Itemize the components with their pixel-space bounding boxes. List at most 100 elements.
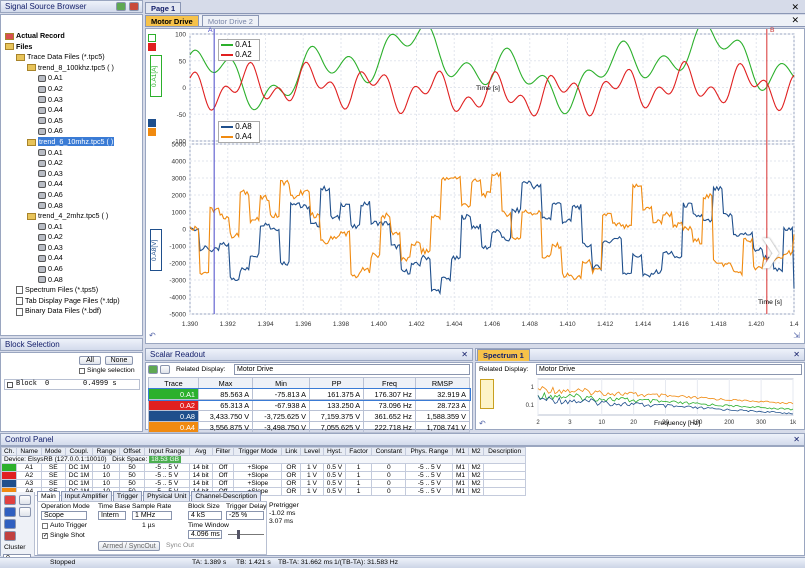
subtab-physical-unit[interactable]: Physical Unit	[143, 491, 191, 501]
sample-rate-select[interactable]: 1 MHz	[132, 511, 172, 520]
close-control-icon[interactable]: ✕	[793, 434, 800, 445]
top-trace-toggle-2[interactable]	[148, 43, 156, 51]
channel-factor-cell[interactable]: 1	[345, 471, 373, 480]
op-mode-select[interactable]: Scope	[41, 511, 87, 520]
channel-prange-cell[interactable]: -5 .. 5 V	[405, 463, 454, 472]
tree-item[interactable]: trend_6_10mhz.tpc5 ( )	[1, 136, 142, 148]
channel-hyst-cell[interactable]: 0.5 V	[322, 463, 347, 472]
channel-link-cell[interactable]: OR	[281, 471, 302, 480]
spectrum-plot[interactable]: 2 3 10 20 30 100 200 300 1k10.1	[498, 377, 798, 427]
channel-link-cell[interactable]: OR	[281, 463, 302, 472]
tree-item[interactable]: Tab Display Page Files (*.tdp)	[1, 296, 142, 307]
channel-m2-cell[interactable]: M2	[467, 487, 485, 496]
tree-item[interactable]: Files	[1, 42, 142, 53]
channel-tmode-cell[interactable]: +Slope	[233, 479, 283, 488]
close-display-icon[interactable]: ✕	[791, 15, 799, 26]
channel-m2-cell[interactable]: M2	[467, 463, 485, 472]
tree-item[interactable]: 0.A3	[1, 169, 142, 180]
channel-const-cell[interactable]: 0	[371, 471, 407, 480]
tree-item[interactable]: 0.A8	[1, 275, 142, 286]
close-spectrum-icon[interactable]: ✕	[793, 349, 800, 360]
channel-factor-cell[interactable]: 1	[345, 479, 373, 488]
channel-m2-cell[interactable]: M2	[467, 471, 485, 480]
channel-avg-cell[interactable]: 14 bit	[188, 479, 213, 488]
tree-item[interactable]: 0.A1	[1, 148, 142, 159]
channel-hyst-cell[interactable]: 0.5 V	[322, 479, 347, 488]
waveform-plot[interactable]: 100500-50-100 500040003000200010000-1000…	[146, 29, 804, 343]
single-icon[interactable]	[4, 531, 16, 541]
close-icon[interactable]	[129, 2, 139, 11]
bottom-trace-toggle-2[interactable]	[148, 128, 156, 136]
channel-factor-cell[interactable]: 1	[345, 487, 373, 496]
trigger-delay-slider-thumb[interactable]	[237, 530, 240, 539]
channel-avg-cell[interactable]: 14 bit	[188, 463, 213, 472]
tree-item[interactable]: 0.A1	[1, 73, 142, 84]
channel-mode-cell[interactable]: SE	[41, 463, 66, 472]
single-shot-checkbox[interactable]: ✓	[42, 533, 48, 539]
scalar-add-icon[interactable]	[148, 365, 158, 374]
channel-offset-cell[interactable]: 50	[119, 471, 145, 480]
channel-filter-cell[interactable]: Off	[211, 479, 235, 488]
single-selection-checkbox[interactable]	[79, 368, 85, 374]
channel-m1-cell[interactable]: M1	[452, 463, 469, 472]
channel-link-cell[interactable]: OR	[281, 487, 302, 496]
close-scalar-icon[interactable]: ✕	[461, 349, 468, 360]
channel-irange-cell[interactable]: -5 .. 5 V	[143, 471, 190, 480]
tree-item[interactable]: 0.A3	[1, 95, 142, 106]
channel-row[interactable]: A3 SE DC 1M 10 50 -5 .. 5 V 14 bit Off +Slope OR 1…	[0, 479, 526, 488]
channel-prange-cell[interactable]: -5 .. 5 V	[405, 487, 454, 496]
tree-item[interactable]: 0.A4	[1, 105, 142, 116]
table-row[interactable]: 0.A4 3,556.875 V -3,498.750 V 7,055.625 V 22…	[148, 421, 471, 433]
tree-item[interactable]: 0.A4	[1, 179, 142, 190]
channel-hyst-cell[interactable]: 0.5 V	[322, 487, 347, 496]
channel-range-cell[interactable]: 10	[92, 463, 121, 472]
channel-const-cell[interactable]: 0	[371, 487, 407, 496]
tree-item[interactable]: 0.A2	[1, 84, 142, 95]
channel-coupl-cell[interactable]: DC 1M	[64, 479, 94, 488]
tree-item[interactable]: trend_4_2mhz.tpc5 ( )	[1, 211, 142, 222]
refresh-icon[interactable]	[116, 2, 126, 11]
channel-avg-cell[interactable]: 14 bit	[188, 471, 213, 480]
subtab-input-amplifier[interactable]: Input Amplifier	[60, 491, 112, 501]
channel-filter-cell[interactable]: Off	[211, 471, 235, 480]
none-button[interactable]: None	[105, 356, 133, 365]
stop-icon[interactable]	[4, 519, 16, 529]
record-icon[interactable]	[4, 495, 16, 505]
tree-item[interactable]: 0.A6	[1, 190, 142, 201]
tree-item[interactable]: 0.A2	[1, 232, 142, 243]
channel-ch-cell[interactable]: A3	[16, 479, 42, 488]
scalar-settings-icon[interactable]	[160, 365, 170, 374]
block-row[interactable]: Block 0 0.4999 s	[4, 379, 140, 390]
spectrum-related-select[interactable]: Motor Drive	[536, 364, 802, 375]
tree-item[interactable]: Trace Data Files (*.tpc5)	[1, 52, 142, 63]
armed-syncout-button[interactable]: Armed / SyncOut	[98, 541, 160, 551]
tree-item[interactable]: Binary Data Files (*.bdf)	[1, 306, 142, 317]
undo-icon[interactable]: ↶	[149, 331, 156, 340]
channel-tmode-cell[interactable]: +Slope	[233, 463, 283, 472]
channel-prange-cell[interactable]: -5 .. 5 V	[405, 479, 454, 488]
tab-page-1[interactable]: Page 1	[145, 2, 182, 13]
subtab-main[interactable]: Main	[37, 491, 60, 501]
table-row[interactable]: 0.A2 65.313 A -67.938 A 133.250 A 73.096 Hz 2…	[148, 399, 471, 411]
channel-factor-cell[interactable]: 1	[345, 463, 373, 472]
tree-item[interactable]: 0.A3	[1, 243, 142, 254]
channel-mode-cell[interactable]: SE	[41, 471, 66, 480]
channel-level-cell[interactable]: 1 V	[300, 463, 324, 472]
tree-item[interactable]: 0.A8	[1, 201, 142, 212]
channel-m1-cell[interactable]: M1	[452, 471, 469, 480]
channel-level-cell[interactable]: 1 V	[300, 487, 324, 496]
plot-area[interactable]: 100 50 0 -50 -100 5000 4000 3000 2000 1000 0 -1000…	[145, 27, 805, 344]
channel-offset-cell[interactable]: 50	[119, 479, 145, 488]
tab-motor-drive-2[interactable]: Motor Drive 2	[201, 15, 259, 26]
tree-item[interactable]: 0.A2	[1, 158, 142, 169]
channel-range-cell[interactable]: 10	[92, 479, 121, 488]
cursor-b-label[interactable]: B	[770, 27, 775, 34]
trigger-delay-slider[interactable]	[228, 534, 264, 535]
channel-level-cell[interactable]: 1 V	[300, 479, 324, 488]
channel-filter-cell[interactable]: Off	[211, 463, 235, 472]
channel-ch-cell[interactable]: A2	[16, 471, 42, 480]
trigger-delay-select[interactable]: -25 %	[226, 511, 264, 520]
channel-row[interactable]: A2 SE DC 1M 10 50 -5 .. 5 V 14 bit Off +Slope OR 1…	[0, 471, 526, 480]
spectrum-undo-icon[interactable]: ↶	[479, 419, 486, 428]
tree-item[interactable]: 0.A5	[1, 116, 142, 127]
